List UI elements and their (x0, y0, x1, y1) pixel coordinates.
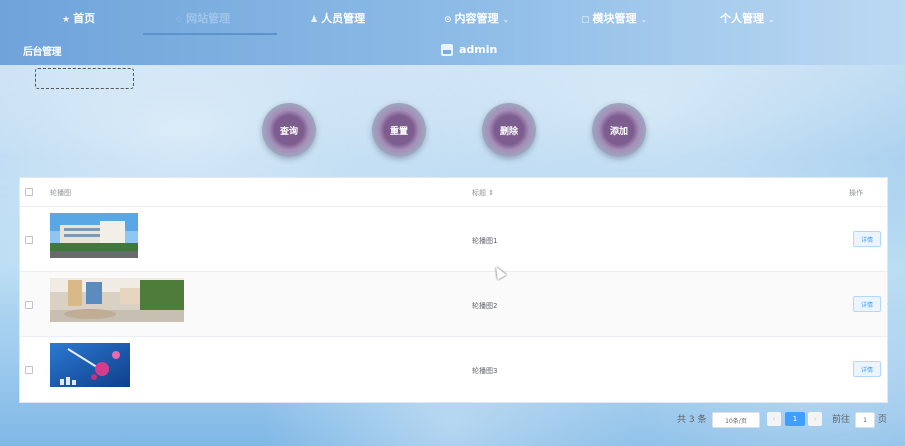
menu-module-management[interactable]: ▢ 模块管理 ⌄ (581, 10, 647, 26)
system-title: 后台管理 (23, 47, 62, 58)
column-ops: 操作 (849, 189, 863, 197)
user-menu[interactable]: admin (441, 43, 497, 56)
row-title: 轮播图1 (472, 237, 498, 245)
page-size-select[interactable]: 10条/页 (712, 412, 760, 428)
table-row: 轮播图3 详情 (20, 337, 887, 401)
add-button[interactable]: 添加 (592, 103, 646, 157)
menu-content-management[interactable]: ⊙ 内容管理 ⌄ (444, 10, 509, 26)
row-checkbox[interactable] (25, 301, 33, 309)
menu-people-label: 人员管理 (321, 12, 366, 25)
query-button[interactable]: 查询 (262, 103, 316, 157)
menu-module-label: 模块管理 (592, 12, 637, 25)
prev-page-button[interactable]: ‹ (767, 412, 781, 426)
reset-button[interactable]: 重置 (372, 103, 426, 157)
site-icon: ☆ (175, 15, 184, 25)
select-all-checkbox[interactable] (25, 188, 33, 196)
add-label: 添加 (609, 126, 628, 137)
content-icon: ⊙ (444, 15, 452, 25)
home-icon: ★ (62, 15, 71, 25)
delete-button[interactable]: 删除 (482, 103, 536, 157)
active-menu-indicator (143, 33, 277, 35)
detail-button[interactable]: 详情 (853, 296, 881, 312)
menu-site-label: 网站管理 (186, 12, 231, 25)
chevron-down-icon: ⌄ (502, 15, 510, 24)
detail-button[interactable]: 详情 (853, 231, 881, 247)
column-image: 轮播图 (50, 189, 71, 197)
goto-label: 前往 (832, 415, 851, 425)
menu-personal-management[interactable]: 个人管理 ⌄ (720, 10, 775, 26)
column-title[interactable]: 标题 ⇕ (472, 188, 494, 198)
carousel-image (50, 343, 130, 387)
avatar-icon (441, 43, 453, 56)
detail-button[interactable]: 详情 (853, 361, 881, 377)
chevron-down-icon: ⌄ (768, 15, 775, 24)
row-title: 轮播图3 (472, 367, 498, 375)
carousel-image (50, 278, 184, 322)
page-number-current[interactable]: 1 (785, 412, 805, 426)
search-input[interactable] (35, 68, 134, 89)
table-row: 轮播图1 详情 (20, 207, 887, 272)
pagination-total: 共 3 条 (677, 415, 707, 425)
row-title: 轮播图2 (472, 302, 498, 310)
carousel-image (50, 213, 138, 258)
next-page-button[interactable]: › (808, 412, 822, 426)
row-checkbox[interactable] (25, 366, 33, 374)
query-label: 查询 (279, 126, 298, 137)
table-header: 轮播图 标题 ⇕ 操作 (20, 178, 887, 207)
menu-home[interactable]: ★ 首页 (62, 10, 95, 26)
table-row: 轮播图2 详情 (20, 272, 887, 337)
menu-site-management[interactable]: ☆ 网站管理 (175, 10, 230, 26)
menu-personal-label: 个人管理 (720, 12, 764, 25)
row-checkbox[interactable] (25, 236, 33, 244)
module-icon: ▢ (581, 15, 590, 25)
reset-label: 重置 (389, 126, 408, 137)
chevron-down-icon: ⌄ (640, 15, 648, 24)
delete-label: 删除 (499, 126, 518, 137)
pagination: 共 3 条 10条/页 ‹ 1 › 前往 1 页 (0, 411, 905, 431)
page-suffix: 页 (878, 415, 888, 425)
username: admin (459, 43, 498, 56)
goto-page-input[interactable]: 1 (855, 412, 875, 428)
user-icon: ♟ (310, 15, 319, 25)
carousel-table: 轮播图 标题 ⇕ 操作 轮播图1 详情 轮播图2 详情 轮播图3 详情 (19, 177, 888, 403)
menu-content-label: 内容管理 (454, 12, 499, 25)
menu-people-management[interactable]: ♟ 人员管理 (310, 10, 365, 26)
top-navbar: ★ 首页 ☆ 网站管理 ♟ 人员管理 ⊙ 内容管理 ⌄ ▢ 模块管理 ⌄ 个人管理 ⌄ 后台管理… (0, 0, 905, 65)
menu-home-label: 首页 (73, 12, 96, 25)
